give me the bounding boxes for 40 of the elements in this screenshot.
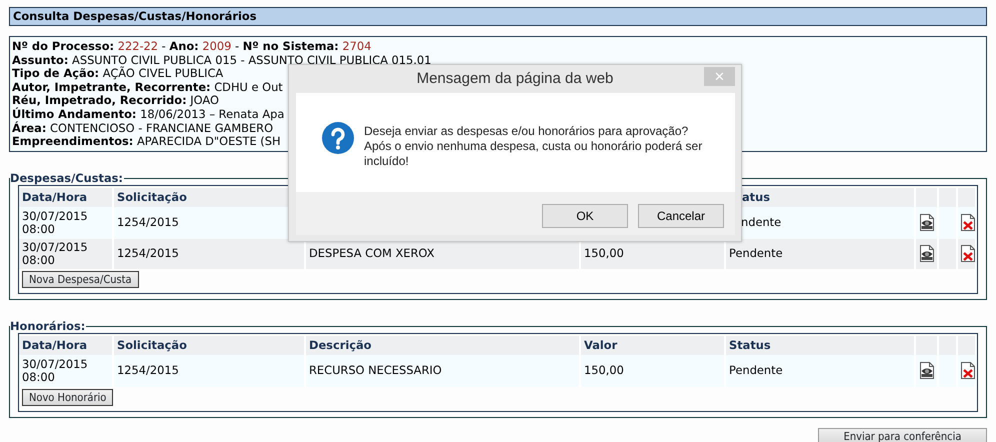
info-line: Área: CONTENCIOSO - FRANCIANE GAMBERO [12,122,274,136]
section-title: Honorários: [10,320,86,333]
document-x-icon[interactable] [961,245,975,262]
table-cell: 150,00 [581,354,726,387]
question-icon [322,122,354,154]
dialog-button[interactable]: Cancelar [638,204,724,228]
table-cell: 30/07/2015 08:00 [19,238,114,269]
section-title: Despesas/Custas: [10,172,124,185]
page-title: Consulta Despesas/Custas/Honorários [9,7,987,26]
table-cell: 1254/2015 [114,354,306,387]
info-line: Autor, Impetrante, Recorrente: CDHU e Out [12,80,283,94]
document-x-icon[interactable] [961,362,975,380]
column-header: Data/Hora [19,188,114,207]
add-button[interactable]: Novo Honorário [22,388,114,406]
send-button[interactable]: Enviar para conferência [818,428,987,442]
document-eye-icon[interactable] [920,362,934,380]
document-x-icon[interactable] [961,214,975,232]
table-cell: 30/07/2015 08:00 [19,354,114,387]
info-line: Último Andamento: 18/06/2013 – Renata Apa [12,108,284,121]
column-header: Data/Hora [19,336,114,355]
dialog-message: Deseja enviar as despesas e/ou honorários para aprovação? Após o envio nenhuma despesa, custa ou honorário poderá ser incluído! [364,124,704,169]
table-cell: RECURSO NECESSARIO [306,354,581,387]
dialog-button[interactable]: OK [542,204,628,228]
add-button[interactable]: Nova Despesa/Custa [22,270,139,288]
document-eye-icon[interactable] [920,245,934,262]
info-line: Tipo de Ação: AÇÃO CIVEL PUBLICA [12,67,224,81]
column-header: Status [726,336,916,355]
column-header: Valor [581,336,726,355]
info-line: Empreendimentos: APARECIDA D"OESTE (SH [12,135,281,149]
table-cell: Pendente [726,238,916,269]
info-line: Réu, Impetrado, Recorrido: JOAO [12,94,219,108]
info-line: Nº do Processo: 222-22 - Ano: 2009 - Nº no Sistema: 2704 [12,40,372,54]
dialog-title: Mensagem da página da web [416,68,614,89]
document-eye-icon[interactable] [920,214,934,232]
table-cell: Pendente [726,354,916,387]
table-cell: 30/07/2015 08:00 [19,206,114,239]
column-header: Solicitação [114,336,306,355]
column-header: Descrição [306,336,581,355]
info-line: Assunto: ASSUNTO CIVIL PUBLICA 015 - ASSUNTO CIVIL PUBLICA 015.01 [12,54,432,67]
table-cell: 1254/2015 [114,238,306,269]
